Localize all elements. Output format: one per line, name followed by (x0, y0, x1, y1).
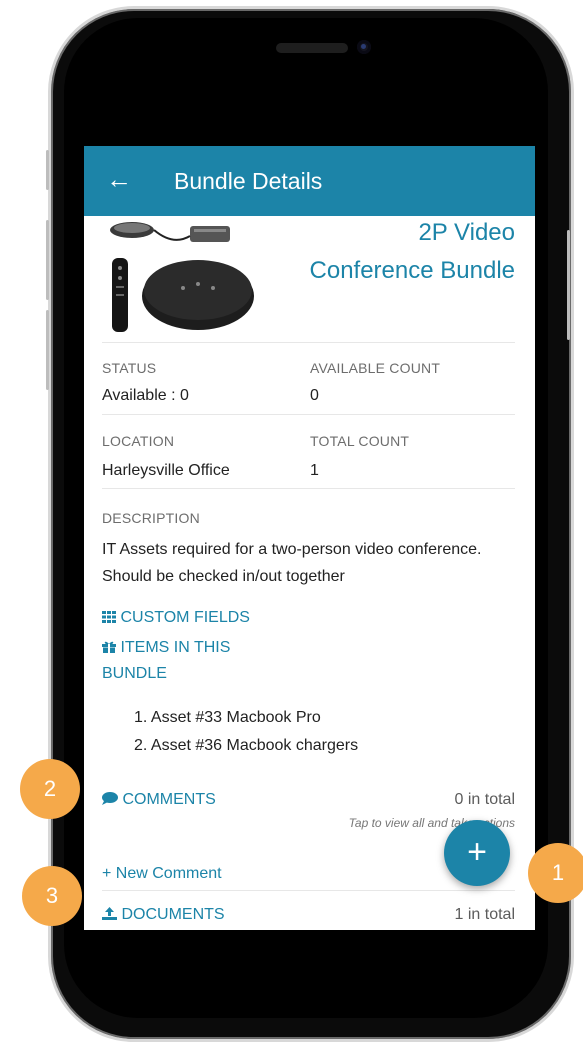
grid-icon (102, 611, 116, 623)
comment-icon (102, 792, 118, 805)
mute-switch (46, 150, 49, 190)
list-item[interactable]: 1. Asset #33 Macbook Pro (134, 704, 358, 732)
status-value: Available : 0 (102, 387, 189, 404)
annotation-badge-3: 3 (22, 866, 82, 926)
list-item[interactable]: 2. Asset #36 Macbook chargers (134, 732, 358, 760)
comments-label: COMMENTS (122, 791, 216, 808)
power-button (567, 230, 570, 340)
divider (102, 890, 515, 891)
new-comment-link[interactable]: + New Comment (102, 865, 222, 883)
location-label: LOCATION (102, 433, 175, 449)
bundle-name-line1: 2P Video (418, 219, 515, 246)
add-fab-button[interactable]: + (444, 820, 510, 886)
annotation-badge-1: 1 (528, 843, 583, 903)
divider (102, 488, 515, 489)
app-screen: ← Bundle Details 2P Video Conference Bun… (84, 146, 535, 930)
plus-icon: + (467, 833, 487, 871)
location-value: Harleysville Office (102, 462, 230, 479)
comments-total: 0 in total (454, 791, 515, 808)
volume-up-button (46, 220, 49, 300)
items-in-bundle-label-2: BUNDLE (102, 665, 167, 682)
earpiece-speaker (276, 43, 348, 53)
documents-link[interactable]: DOCUMENTS (102, 906, 225, 924)
page-title: Bundle Details (174, 168, 323, 194)
custom-fields-link[interactable]: CUSTOM FIELDS (102, 609, 250, 627)
upload-icon (102, 907, 117, 920)
bundle-name: 2P Video Conference Bundle (310, 214, 515, 290)
available-count-label: AVAILABLE COUNT (310, 360, 441, 376)
arrow-left-icon[interactable]: ← (106, 164, 132, 194)
volume-down-button (46, 310, 49, 390)
front-camera (357, 40, 371, 54)
divider (102, 414, 515, 415)
description-label: DESCRIPTION (102, 510, 200, 526)
documents-label: DOCUMENTS (121, 906, 225, 923)
product-image (110, 222, 254, 332)
divider (102, 342, 515, 343)
description-text: IT Assets required for a two-person vide… (102, 541, 482, 585)
documents-total: 1 in total (454, 906, 515, 923)
comments-link[interactable]: COMMENTS (102, 791, 216, 809)
status-label: STATUS (102, 360, 157, 376)
items-in-bundle-label-1: ITEMS IN THIS (120, 639, 231, 656)
custom-fields-label: CUSTOM FIELDS (120, 609, 250, 626)
items-in-bundle-link[interactable]: ITEMS IN THIS BUNDLE (102, 635, 230, 687)
total-count-label: TOTAL COUNT (310, 433, 410, 449)
annotation-badge-2: 2 (20, 759, 80, 819)
total-count-value: 1 (310, 462, 319, 479)
available-count-value: 0 (310, 387, 319, 404)
app-bar: ← Bundle Details (84, 146, 535, 216)
bundle-name-line2: Conference Bundle (309, 257, 515, 284)
gift-icon (102, 641, 116, 653)
bundle-items-list: 1. Asset #33 Macbook Pro 2. Asset #36 Ma… (134, 704, 358, 760)
